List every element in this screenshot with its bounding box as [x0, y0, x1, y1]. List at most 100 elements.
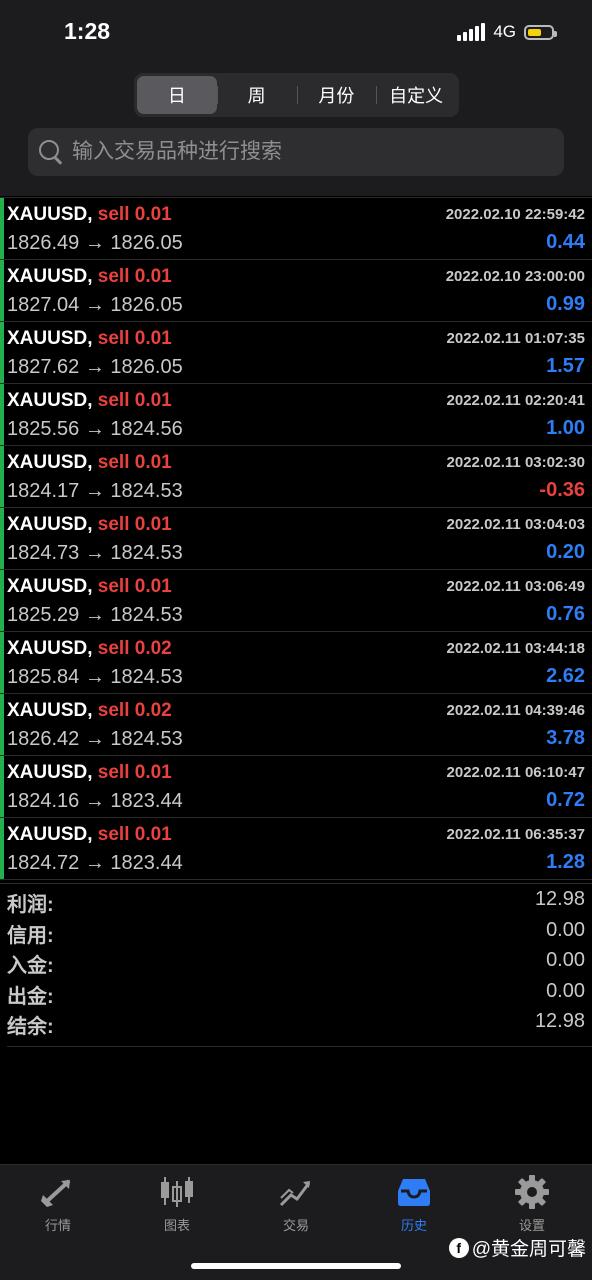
summary-label: 入金:	[7, 955, 54, 977]
period-tab-month[interactable]: 月份	[296, 76, 377, 114]
trade-profit: 0.76	[546, 603, 585, 625]
trade-symbol: XAUUSD, sell 0.02	[7, 638, 172, 660]
watermark-logo-icon: f	[448, 1237, 469, 1258]
trade-prices: 1824.17 → 1824.53	[7, 480, 183, 502]
symbol-name: XAUUSD,	[7, 452, 93, 473]
tab-label: 行情	[44, 1218, 71, 1233]
summary-label: 信用:	[7, 924, 54, 947]
app-screen: 1:28 4G 日 周 月份 自定义 XAUUSD, sell 0.01 2022…	[0, 0, 592, 1280]
symbol-name: XAUUSD,	[7, 514, 93, 535]
symbol-name: XAUUSD,	[7, 328, 93, 349]
period-tab-week[interactable]: 周	[216, 76, 297, 114]
summary-label: 结余:	[7, 1016, 54, 1038]
trade-time: 2022.02.10 22:59:42	[445, 206, 585, 223]
signal-icon	[457, 23, 486, 41]
summary-row: 入金: 0.00	[0, 945, 592, 977]
tab-trade[interactable]: 交易	[246, 1173, 346, 1234]
chart-icon	[161, 1177, 193, 1207]
trade-time: 2022.02.11 06:35:37	[446, 826, 585, 843]
period-tab-day[interactable]: 日	[137, 76, 217, 114]
trade-prices: 1826.42 → 1824.53	[7, 728, 183, 750]
symbol-name: XAUUSD,	[7, 390, 93, 411]
trade-time: 2022.02.11 04:39:46	[446, 702, 585, 719]
symbol-name: XAUUSD,	[7, 824, 93, 845]
symbol-name: XAUUSD,	[7, 576, 93, 597]
trade-row[interactable]: XAUUSD, sell 0.01 2022.02.10 23:00:00 1827…	[0, 259, 592, 321]
trade-symbol: XAUUSD, sell 0.01	[7, 514, 172, 536]
trade-history-list: XAUUSD, sell 0.01 2022.02.10 22:59:42 1826…	[0, 197, 592, 880]
symbol-name: XAUUSD,	[7, 204, 93, 225]
search-bar[interactable]	[28, 128, 564, 176]
trade-prices: 1827.62 → 1826.05	[7, 356, 183, 378]
trade-profit: 1.28	[546, 851, 585, 873]
tab-label: 历史	[400, 1218, 427, 1233]
trade-action: sell 0.02	[97, 700, 172, 721]
summary-value: 0.00	[546, 979, 585, 1002]
trade-row[interactable]: XAUUSD, sell 0.01 2022.02.11 03:04:03 1824…	[0, 507, 592, 569]
trade-action: sell 0.01	[97, 328, 172, 349]
trade-time: 2022.02.11 03:06:49	[446, 578, 585, 595]
period-segmented-control: 日 周 月份 自定义	[134, 73, 459, 117]
trade-action: sell 0.01	[97, 204, 172, 225]
trade-symbol: XAUUSD, sell 0.02	[7, 700, 172, 722]
summary-divider	[7, 1046, 592, 1047]
tab-label: 设置	[518, 1218, 545, 1233]
trade-prices: 1824.16 → 1823.44	[7, 790, 183, 812]
watermark-text: @黄金周可馨	[471, 1239, 586, 1260]
trade-symbol: XAUUSD, sell 0.01	[7, 328, 172, 350]
trade-row[interactable]: XAUUSD, sell 0.01 2022.02.11 06:10:47 1824…	[0, 755, 592, 817]
account-summary: 利润: 12.98 信用: 0.00 入金: 0.00 出金: 0.00 结余: 12.98	[0, 883, 592, 1038]
trade-symbol: XAUUSD, sell 0.01	[7, 452, 172, 474]
summary-value: 0.00	[546, 949, 585, 971]
symbol-name: XAUUSD,	[7, 638, 93, 659]
period-tab-custom[interactable]: 自定义	[376, 76, 456, 114]
trade-row[interactable]: XAUUSD, sell 0.01 2022.02.11 01:07:35 1827…	[0, 321, 592, 383]
quotes-icon	[41, 1179, 71, 1207]
trade-prices: 1825.29 → 1824.53	[7, 604, 183, 626]
tab-settings[interactable]: 设置	[482, 1173, 582, 1234]
trade-time: 2022.02.11 02:20:41	[446, 392, 585, 409]
trade-action: sell 0.01	[97, 390, 172, 411]
trade-action: sell 0.01	[97, 514, 172, 535]
trade-profit: 3.78	[546, 727, 585, 749]
trade-time: 2022.02.11 01:07:35	[446, 330, 585, 347]
trade-action: sell 0.01	[97, 762, 172, 783]
trade-row[interactable]: XAUUSD, sell 0.01 2022.02.11 02:20:41 1825…	[0, 383, 592, 445]
tab-history[interactable]: 历史	[364, 1173, 464, 1234]
trade-symbol: XAUUSD, sell 0.01	[7, 576, 172, 598]
summary-label: 利润:	[7, 894, 54, 916]
symbol-name: XAUUSD,	[7, 700, 93, 721]
summary-row: 利润: 12.98	[0, 884, 592, 916]
trade-symbol: XAUUSD, sell 0.01	[7, 762, 172, 784]
search-icon	[38, 139, 64, 165]
tab-quotes[interactable]: 行情	[8, 1173, 108, 1234]
trade-prices: 1824.72 → 1823.44	[7, 852, 183, 874]
status-indicators: 4G	[457, 22, 557, 42]
trade-row[interactable]: XAUUSD, sell 0.01 2022.02.10 22:59:42 1826…	[0, 197, 592, 259]
symbol-name: XAUUSD,	[7, 762, 93, 783]
trade-row[interactable]: XAUUSD, sell 0.01 2022.02.11 03:06:49 1825…	[0, 569, 592, 631]
trade-action: sell 0.01	[97, 576, 172, 597]
watermark: f @黄金周可馨	[448, 1234, 586, 1261]
trade-row[interactable]: XAUUSD, sell 0.01 2022.02.11 03:02:30 1824…	[0, 445, 592, 507]
search-input[interactable]	[70, 139, 534, 165]
tab-chart[interactable]: 图表	[127, 1173, 227, 1234]
home-indicator[interactable]	[191, 1263, 401, 1269]
tab-label: 交易	[282, 1218, 309, 1233]
status-bar: 1:28 4G	[0, 0, 592, 64]
trade-symbol: XAUUSD, sell 0.01	[7, 204, 172, 226]
trade-prices: 1826.49 → 1826.05	[7, 232, 183, 254]
trade-row[interactable]: XAUUSD, sell 0.02 2022.02.11 04:39:46 1826…	[0, 693, 592, 755]
trade-action: sell 0.01	[97, 824, 172, 845]
summary-row: 结余: 12.98	[0, 1006, 592, 1038]
trade-prices: 1827.04 → 1826.05	[7, 294, 183, 316]
trade-time: 2022.02.11 03:04:03	[446, 516, 585, 533]
summary-value: 0.00	[546, 918, 585, 941]
trade-time: 2022.02.10 23:00:00	[445, 268, 585, 285]
trade-profit: -0.36	[539, 479, 585, 501]
trade-profit: 0.44	[546, 231, 585, 253]
trade-row[interactable]: XAUUSD, sell 0.02 2022.02.11 03:44:18 1825…	[0, 631, 592, 693]
tab-label: 图表	[163, 1218, 190, 1233]
trade-row[interactable]: XAUUSD, sell 0.01 2022.02.11 06:35:37 1824…	[0, 817, 592, 879]
trade-prices: 1825.56 → 1824.56	[7, 418, 183, 440]
